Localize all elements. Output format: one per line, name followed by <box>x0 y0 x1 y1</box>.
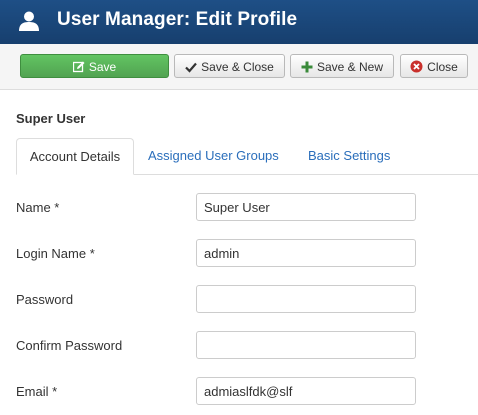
page-title: User Manager: Edit Profile <box>57 9 298 30</box>
confirm-password-field[interactable] <box>196 331 416 359</box>
user-icon <box>19 11 39 31</box>
save-button-label: Save <box>88 60 117 74</box>
login-name-field[interactable] <box>196 239 416 267</box>
close-circle-icon <box>410 60 423 73</box>
password-field[interactable] <box>196 285 416 313</box>
toolbar: Save Save & Close Save & New Close <box>0 44 478 90</box>
tab-account-details[interactable]: Account Details <box>16 138 134 175</box>
name-label: Name * <box>16 200 60 215</box>
password-label: Password <box>16 292 74 307</box>
tab-basic-settings[interactable]: Basic Settings <box>308 138 390 174</box>
save-button[interactable]: Save <box>20 54 169 78</box>
save-and-close-button[interactable]: Save & Close <box>174 54 285 78</box>
tab-bar: Account Details Assigned User Groups Bas… <box>16 138 478 175</box>
login-name-label: Login Name * <box>16 246 95 261</box>
edit-icon <box>72 61 85 72</box>
save-and-close-label: Save & Close <box>201 60 274 74</box>
profile-heading: Super User <box>16 111 86 126</box>
email-label: Email * <box>16 384 58 399</box>
close-button-label: Close <box>427 60 458 74</box>
page-header: User Manager: Edit Profile <box>0 0 478 44</box>
name-field[interactable] <box>196 193 416 221</box>
tab-assigned-user-groups[interactable]: Assigned User Groups <box>148 138 279 174</box>
check-icon <box>185 62 197 73</box>
confirm-password-label: Confirm Password <box>16 338 123 353</box>
save-and-new-button[interactable]: Save & New <box>290 54 394 78</box>
save-and-new-label: Save & New <box>316 60 384 74</box>
plus-icon <box>301 61 313 73</box>
email-field[interactable] <box>196 377 416 405</box>
close-button[interactable]: Close <box>400 54 468 78</box>
